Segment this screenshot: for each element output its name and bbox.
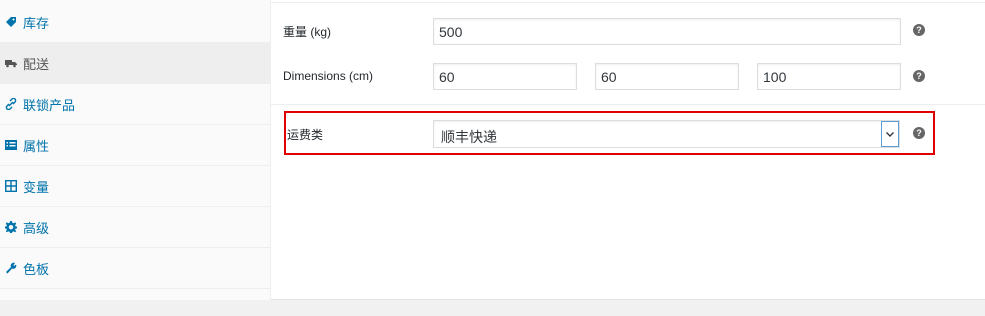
help-icon[interactable]: ? [913, 24, 925, 36]
highlight-box [284, 111, 935, 155]
tab-swatches[interactable]: 色板 [0, 248, 270, 289]
list-icon [4, 138, 18, 152]
product-data-panel: 库存 配送 联锁产品 属性 变量 高级 色板 重量 (kg) 500 ? Dim… [0, 0, 985, 300]
link-icon [4, 97, 18, 111]
tab-linked-products-label: 联锁产品 [23, 97, 76, 113]
tab-attributes[interactable]: 属性 [0, 125, 270, 166]
length-input[interactable] [433, 63, 577, 90]
tab-inventory-label: 库存 [23, 15, 50, 31]
weight-label: 重量 (kg) [283, 25, 332, 39]
tab-variations[interactable]: 变量 [0, 166, 270, 207]
dimensions-label: Dimensions (cm) [283, 69, 374, 83]
tab-linked-products[interactable]: 联锁产品 [0, 84, 270, 125]
product-data-tabs: 库存 配送 联锁产品 属性 变量 高级 色板 [0, 0, 271, 300]
top-divider [271, 2, 985, 3]
tab-advanced-label: 高级 [23, 220, 50, 236]
tab-shipping-label: 配送 [23, 56, 50, 72]
grid-icon [4, 179, 18, 193]
tab-advanced[interactable]: 高级 [0, 207, 270, 248]
tab-variations-label: 变量 [23, 179, 50, 195]
wrench-icon [4, 261, 18, 275]
help-icon[interactable]: ? [913, 70, 925, 82]
tab-swatches-label: 色板 [23, 261, 50, 277]
tab-attributes-label: 属性 [23, 138, 50, 154]
tab-inventory[interactable]: 库存 [0, 2, 270, 43]
height-input[interactable] [757, 63, 901, 90]
tag-icon [4, 15, 18, 29]
width-input[interactable] [595, 63, 739, 90]
truck-icon [4, 56, 18, 70]
section-divider [271, 104, 985, 105]
tab-shipping[interactable]: 配送 [0, 43, 270, 84]
gear-icon [4, 220, 18, 234]
weight-input[interactable] [433, 18, 901, 45]
